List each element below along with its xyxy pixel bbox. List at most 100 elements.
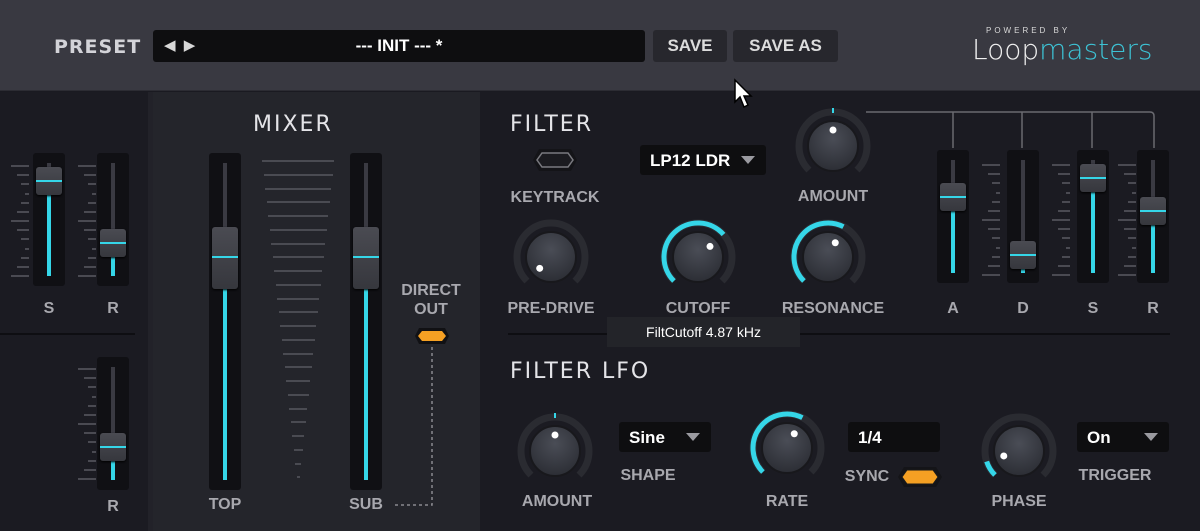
tick-mark: [21, 238, 29, 241]
slider-thumb[interactable]: [940, 182, 966, 211]
left-sustain-label: S: [43, 300, 55, 317]
preset-label: PRESET: [54, 36, 142, 58]
mixer-sub-label: SUB: [349, 496, 383, 513]
lfo-trigger-dropdown[interactable]: On: [1077, 422, 1169, 452]
direct-out-label: DIRECT OUT: [401, 282, 461, 318]
mixer-level-scale: [262, 160, 334, 490]
tick-mark: [88, 183, 96, 186]
tick-mark: [11, 220, 29, 222]
tick-mark: [17, 210, 29, 213]
mixer-title: MIXER: [253, 112, 333, 137]
mixer-scale-tick: [287, 393, 309, 396]
lfo-shape-value: Sine: [629, 428, 665, 447]
mixer-top-label: TOP: [208, 496, 242, 513]
mixer-scale-tick: [262, 160, 334, 162]
slider-ticks: [980, 164, 1000, 276]
tick-mark: [88, 238, 96, 241]
mixer-sub-slider[interactable]: [350, 153, 382, 490]
slider-thumb[interactable]: [36, 167, 62, 196]
slider-ticks: [9, 165, 29, 277]
save-button[interactable]: SAVE: [653, 30, 727, 62]
filter-type-dropdown[interactable]: LP12 LDR: [640, 145, 766, 175]
tick-mark: [21, 256, 29, 259]
mixer-scale-tick: [263, 173, 333, 176]
tick-mark: [84, 229, 96, 232]
tick-mark: [992, 182, 1000, 185]
keytrack-toggle[interactable]: [532, 148, 578, 177]
save-as-button[interactable]: SAVE AS: [733, 30, 838, 62]
tick-mark: [17, 229, 29, 232]
pre-drive-label: PRE-DRIVE: [507, 300, 595, 317]
lfo-amount-knob[interactable]: [515, 411, 595, 491]
tick-mark: [78, 478, 96, 480]
tick-mark: [1058, 264, 1070, 267]
slider-thumb[interactable]: [1010, 240, 1036, 269]
lfo-sync-toggle[interactable]: [897, 466, 943, 493]
tick-mark: [1062, 255, 1070, 258]
lfo-shape-label: SHAPE: [620, 467, 676, 484]
slider-thumb[interactable]: [353, 226, 379, 289]
knob-body[interactable]: [993, 425, 1045, 477]
mixer-top-slider[interactable]: [209, 153, 241, 490]
cutoff-label: CUTOFF: [665, 300, 731, 317]
tick-mark: [78, 165, 96, 167]
keytrack-label: KEYTRACK: [510, 189, 600, 206]
cutoff-knob[interactable]: [658, 217, 738, 297]
slider-thumb[interactable]: [100, 433, 126, 462]
tick-mark: [1124, 228, 1136, 231]
filter-lfo-title: FILTER LFO: [510, 359, 651, 384]
pre-drive-knob[interactable]: [511, 217, 591, 297]
left-sustain-slider[interactable]: [33, 153, 65, 286]
tick-mark: [88, 459, 96, 462]
filter-env-attack-slider[interactable]: [937, 150, 969, 283]
slider-ticks: [76, 368, 96, 480]
lfo-sync-value-box[interactable]: 1/4: [848, 422, 940, 452]
slider-thumb[interactable]: [100, 229, 126, 258]
mouse-cursor-icon: [734, 78, 753, 109]
tick-mark: [84, 432, 96, 435]
slider-thumb[interactable]: [1140, 196, 1166, 225]
tick-mark: [84, 174, 96, 177]
preset-name: --- INIT --- *: [355, 36, 443, 55]
left-release-slider-2[interactable]: [97, 357, 129, 490]
tick-mark: [84, 210, 96, 213]
mixer-scale-tick: [272, 256, 324, 259]
lfo-rate-knob[interactable]: [747, 408, 827, 488]
tick-mark: [17, 265, 29, 268]
filter-env-sustain-slider[interactable]: [1077, 150, 1109, 283]
tick-mark: [92, 247, 96, 250]
slider-thumb[interactable]: [1080, 164, 1106, 193]
tick-mark: [1128, 200, 1136, 203]
filter-env-release-slider[interactable]: [1137, 150, 1169, 283]
mixer-scale-tick: [293, 448, 303, 451]
filter-amount-knob[interactable]: [793, 106, 873, 186]
resonance-knob[interactable]: [788, 217, 868, 297]
slider-fill: [223, 257, 227, 480]
preset-selector[interactable]: ◀ ▶ --- INIT --- *: [153, 30, 645, 62]
slider-thumb[interactable]: [212, 226, 238, 289]
lfo-phase-knob[interactable]: [979, 411, 1059, 491]
lfo-shape-dropdown[interactable]: Sine: [619, 422, 711, 452]
tick-mark: [88, 386, 96, 389]
direct-out-route-line: [394, 347, 433, 506]
slider-ticks: [1050, 164, 1070, 276]
lfo-rate-label: RATE: [765, 493, 809, 510]
tick-mark: [1128, 255, 1136, 258]
left-release-slider[interactable]: [97, 153, 129, 286]
knob-body[interactable]: [761, 422, 813, 474]
tick-mark: [88, 441, 96, 444]
tick-mark: [1132, 246, 1136, 249]
filter-env-decay-slider[interactable]: [1007, 150, 1039, 283]
tick-mark: [982, 164, 1000, 166]
slider-fill: [364, 257, 368, 480]
knob-body[interactable]: [802, 231, 854, 283]
tick-mark: [996, 191, 1000, 194]
tick-mark: [988, 264, 1000, 267]
knob-body[interactable]: [525, 231, 577, 283]
knob-indicator-dot: [536, 264, 544, 272]
tick-mark: [84, 377, 96, 380]
knob-indicator-dot: [706, 242, 714, 250]
knob-body[interactable]: [672, 231, 724, 283]
loopmasters-logo: POWERED BY Loopmasters: [972, 26, 1152, 66]
tick-mark: [92, 450, 96, 453]
